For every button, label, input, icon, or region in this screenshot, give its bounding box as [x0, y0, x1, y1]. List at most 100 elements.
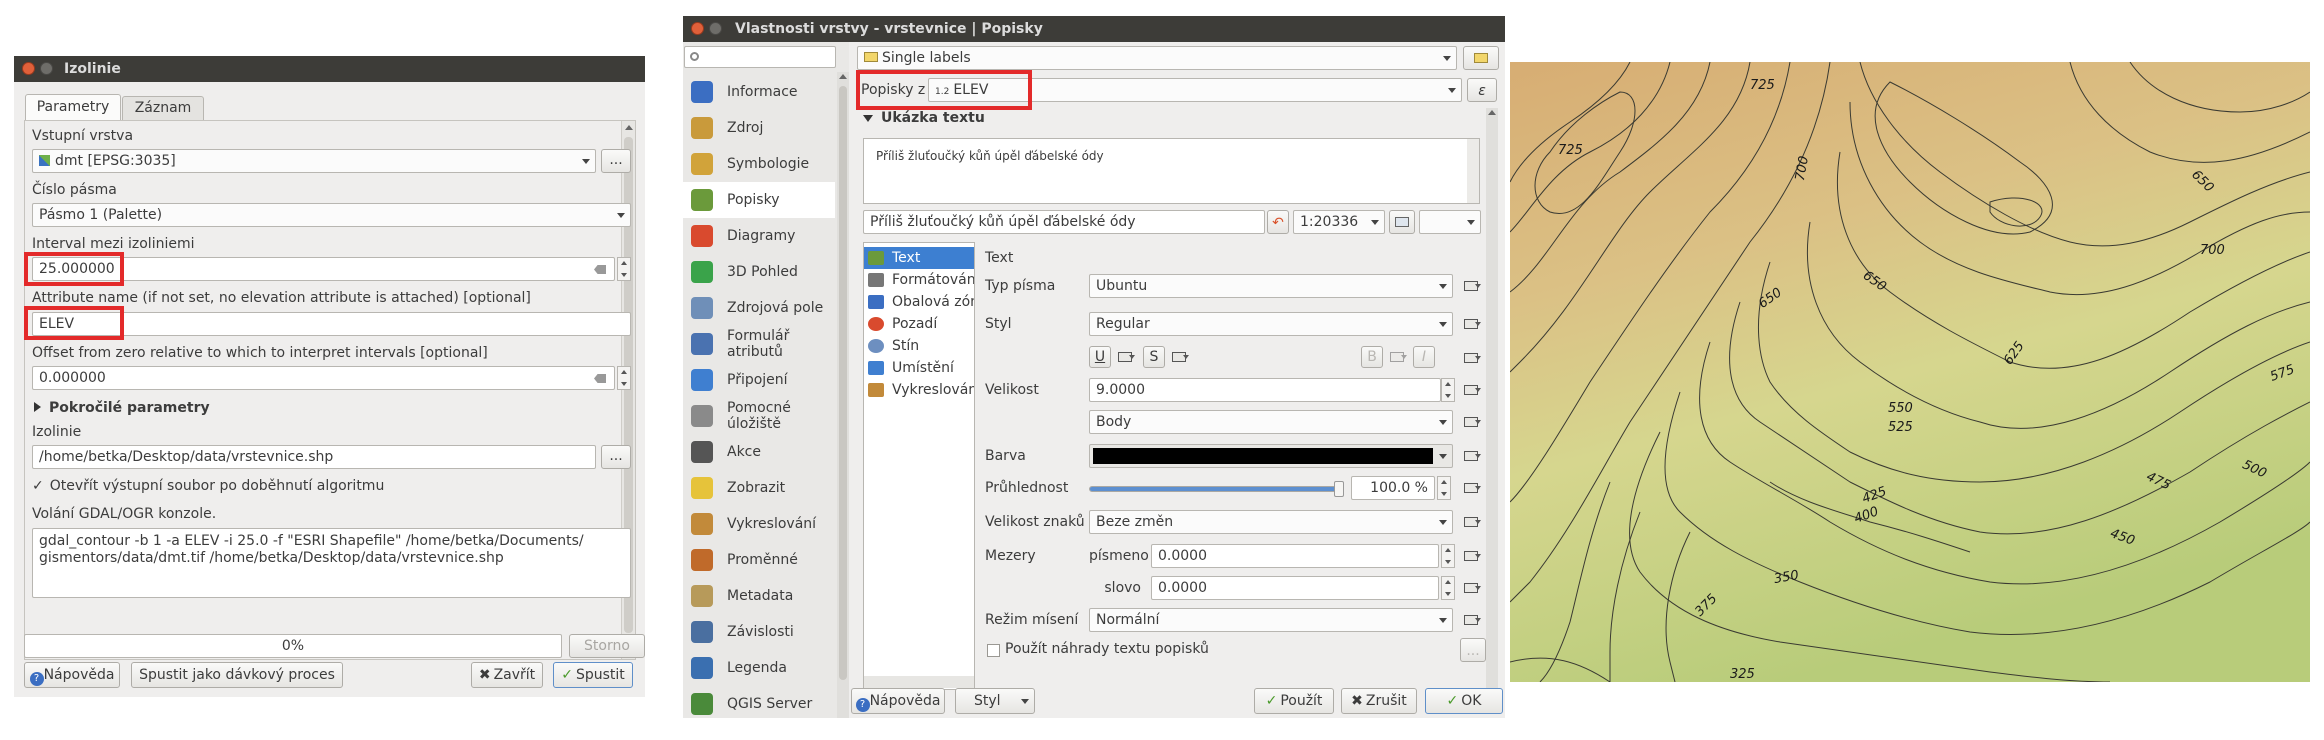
- opacity-data-defined-icon[interactable]: [1461, 477, 1483, 499]
- unit-select[interactable]: Body: [1089, 410, 1453, 434]
- offset-input[interactable]: 0.000000: [32, 366, 615, 390]
- cancel-button[interactable]: Storno: [569, 634, 645, 658]
- close-window-icon[interactable]: [22, 62, 35, 75]
- text-tab-2[interactable]: Obalová zóna: [864, 291, 974, 313]
- clear-icon[interactable]: [594, 265, 606, 274]
- minimize-window-icon[interactable]: [40, 62, 53, 75]
- advanced-toggle[interactable]: Pokročilé parametry: [34, 400, 210, 416]
- text-tab-0[interactable]: Text: [864, 247, 974, 269]
- text-tab-3[interactable]: Pozadí: [864, 313, 974, 335]
- size-spinner[interactable]: [1441, 378, 1455, 402]
- sidebar-item-3[interactable]: Popisky: [683, 182, 835, 218]
- opacity-spinner[interactable]: [1437, 476, 1451, 500]
- blend-data-defined-icon[interactable]: [1461, 609, 1483, 631]
- output-browse-button[interactable]: ...: [601, 445, 631, 469]
- substitute-edit-button[interactable]: ...: [1460, 638, 1486, 662]
- font-select[interactable]: Ubuntu: [1089, 274, 1453, 298]
- sample-toggle[interactable]: Ukázka textu: [863, 110, 985, 126]
- sidebar-item-5[interactable]: 3D Pohled: [683, 254, 835, 290]
- blend-select[interactable]: Normální: [1089, 608, 1453, 632]
- case-data-defined-icon[interactable]: [1461, 511, 1483, 533]
- italic-data-defined-icon[interactable]: [1461, 347, 1483, 369]
- sidebar-item-13[interactable]: Proměnné: [683, 542, 835, 578]
- main-scrollbar[interactable]: [1486, 108, 1498, 700]
- style-select[interactable]: Regular: [1089, 312, 1453, 336]
- style-data-defined-icon[interactable]: [1461, 313, 1483, 335]
- size-data-defined-icon[interactable]: [1461, 379, 1483, 401]
- label-mode-select[interactable]: Single labels: [857, 46, 1457, 70]
- opacity-slider[interactable]: [1089, 481, 1344, 497]
- scale-select[interactable]: 1:20336: [1293, 210, 1385, 234]
- tab-zaznam[interactable]: Záznam: [122, 96, 204, 120]
- offset-spinner[interactable]: [617, 366, 631, 390]
- help-button[interactable]: ? Nápověda: [851, 688, 945, 714]
- color-button[interactable]: [1089, 444, 1453, 468]
- tab-list-hscroll[interactable]: [864, 676, 974, 688]
- sample-text-input[interactable]: Příliš žluťoučký kůň úpěl ďábelské ódy: [863, 210, 1265, 234]
- sidebar-item-17[interactable]: QGIS Server: [683, 686, 835, 718]
- minimize-window-icon[interactable]: [709, 22, 722, 35]
- sidebar-item-0[interactable]: Informace: [683, 74, 835, 110]
- bold-button[interactable]: B: [1361, 346, 1383, 368]
- close-window-icon[interactable]: [691, 22, 704, 35]
- sidebar-item-15[interactable]: Závislosti: [683, 614, 835, 650]
- contour-map[interactable]: 725 725 700 650 700 650 650 625 575 550 525 475 500 4…: [1510, 62, 2310, 682]
- input-layer-select[interactable]: dmt [EPSG:3035]: [32, 149, 596, 173]
- word-spacing-spinner[interactable]: [1441, 576, 1455, 600]
- opacity-input[interactable]: 100.0 %: [1351, 476, 1435, 500]
- letter-spacing-spinner[interactable]: [1441, 544, 1455, 568]
- sidebar-item-7[interactable]: Formulář atributů: [683, 326, 835, 362]
- console-textarea[interactable]: gdal_contour -b 1 -a ELEV -i 25.0 -f "ES…: [32, 528, 631, 598]
- sidebar-item-16[interactable]: Legenda: [683, 650, 835, 686]
- underline-data-defined-icon[interactable]: [1115, 346, 1137, 368]
- style-menu-button[interactable]: Styl: [955, 688, 1035, 714]
- input-layer-browse-button[interactable]: ...: [601, 149, 631, 173]
- sidebar-scrollbar[interactable]: [837, 72, 849, 718]
- unit-data-defined-icon[interactable]: [1461, 411, 1483, 433]
- output-input[interactable]: /home/betka/Desktop/data/vrstevnice.shp: [32, 445, 596, 469]
- sidebar-item-4[interactable]: Diagramy: [683, 218, 835, 254]
- sidebar-item-12[interactable]: Vykreslování: [683, 506, 835, 542]
- word-spacing-input[interactable]: 0.0000: [1151, 576, 1439, 600]
- sidebar-item-10[interactable]: Akce: [683, 434, 835, 470]
- band-select[interactable]: Pásmo 1 (Palette): [32, 203, 631, 227]
- case-select[interactable]: Beze změn: [1089, 510, 1453, 534]
- expression-button[interactable]: ε: [1467, 78, 1497, 102]
- italic-button[interactable]: I: [1413, 346, 1435, 368]
- cancel-button[interactable]: ✖ Zrušit: [1341, 688, 1417, 714]
- batch-button[interactable]: Spustit jako dávkový proces: [131, 662, 343, 688]
- tab-parametry[interactable]: Parametry: [25, 94, 121, 120]
- text-tab-4[interactable]: Stín: [864, 335, 974, 357]
- search-input[interactable]: [684, 46, 836, 68]
- sidebar-item-1[interactable]: Zdroj: [683, 110, 835, 146]
- run-button[interactable]: ✓ Spustit: [553, 662, 633, 688]
- reset-sample-button[interactable]: ↶: [1267, 210, 1289, 234]
- bold-data-defined-icon[interactable]: [1387, 346, 1409, 368]
- interval-spinner[interactable]: [617, 257, 631, 281]
- text-tab-5[interactable]: Umístění: [864, 357, 974, 379]
- sidebar-item-6[interactable]: Zdrojová pole: [683, 290, 835, 326]
- background-color-select[interactable]: [1419, 210, 1481, 234]
- close-button[interactable]: ✖ Zavřít: [471, 662, 543, 688]
- underline-button[interactable]: U: [1089, 346, 1111, 368]
- font-data-defined-icon[interactable]: [1461, 275, 1483, 297]
- color-data-defined-icon[interactable]: [1461, 445, 1483, 467]
- help-button[interactable]: ? Nápověda: [24, 662, 120, 688]
- text-tab-6[interactable]: Vykreslování: [864, 379, 974, 401]
- strikeout-button[interactable]: S: [1143, 346, 1165, 368]
- open-after-checkbox[interactable]: ✓ Otevřít výstupní soubor po doběhnutí al…: [32, 478, 384, 494]
- ok-button[interactable]: ✓ OK: [1425, 688, 1503, 714]
- opacity-handle[interactable]: [1334, 481, 1344, 497]
- preview-scrollbar[interactable]: [1467, 139, 1479, 203]
- size-input[interactable]: 9.0000: [1089, 378, 1441, 402]
- letter-spacing-data-defined-icon[interactable]: [1461, 545, 1483, 567]
- substitute-checkbox[interactable]: [987, 644, 1000, 657]
- apply-button[interactable]: ✓ Použít: [1254, 688, 1334, 714]
- word-spacing-data-defined-icon[interactable]: [1461, 577, 1483, 599]
- sidebar-item-9[interactable]: Pomocné úložiště: [683, 398, 835, 434]
- sidebar-item-14[interactable]: Metadata: [683, 578, 835, 614]
- clear-icon[interactable]: [594, 374, 606, 383]
- label-settings-button[interactable]: [1463, 46, 1499, 70]
- scale-map-button[interactable]: [1389, 210, 1415, 234]
- letter-spacing-input[interactable]: 0.0000: [1151, 544, 1439, 568]
